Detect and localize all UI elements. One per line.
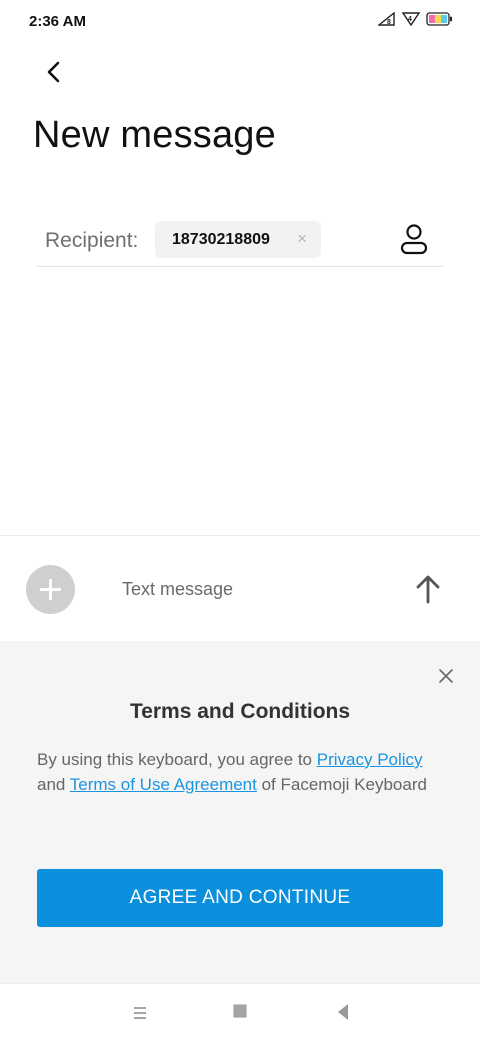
status-time: 2:36 AM bbox=[29, 13, 86, 30]
terms-body-prefix: By using this keyboard, you agree to bbox=[37, 750, 317, 769]
recents-button[interactable] bbox=[131, 1004, 151, 1022]
agree-and-continue-button[interactable]: AGREE AND CONTINUE bbox=[37, 869, 443, 927]
terms-body-suffix: of Facemoji Keyboard bbox=[256, 775, 427, 794]
recipient-label: Recipient: bbox=[45, 229, 139, 252]
navigation-bar bbox=[0, 983, 480, 1040]
send-button[interactable] bbox=[412, 572, 444, 606]
contact-person-icon bbox=[400, 224, 428, 255]
signal-4g-icon: 4 bbox=[402, 12, 420, 26]
new-message-screen: 2:36 AM 8 4 New message Recipient: 18730… bbox=[0, 0, 480, 1040]
close-icon bbox=[439, 669, 453, 683]
back-arrow-icon bbox=[47, 61, 60, 83]
page-title: New message bbox=[33, 114, 276, 156]
back-icon bbox=[338, 1004, 348, 1020]
contact-picker-button[interactable] bbox=[399, 223, 429, 255]
status-icons: 8 4 bbox=[378, 12, 452, 26]
terms-of-use-link[interactable]: Terms of Use Agreement bbox=[70, 775, 257, 794]
recipient-row: Recipient: 18730218809 × bbox=[37, 214, 443, 267]
terms-panel: Terms and Conditions By using this keybo… bbox=[0, 641, 480, 983]
terms-body: By using this keyboard, you agree to Pri… bbox=[37, 747, 447, 797]
menu-icon bbox=[134, 1007, 146, 1019]
recipient-chip-number: 18730218809 bbox=[172, 231, 270, 248]
recipient-chip[interactable]: 18730218809 × bbox=[155, 221, 321, 258]
chip-remove-icon[interactable]: × bbox=[297, 229, 307, 249]
terms-body-and: and bbox=[37, 775, 70, 794]
terms-close-button[interactable] bbox=[436, 666, 456, 686]
terms-title: Terms and Conditions bbox=[129, 700, 351, 723]
signal-badge-1: 8 bbox=[387, 19, 391, 26]
signal-badge-2: 4 bbox=[408, 16, 412, 23]
system-back-button[interactable] bbox=[336, 1002, 350, 1022]
battery-icon bbox=[426, 12, 452, 26]
privacy-policy-link[interactable]: Privacy Policy bbox=[317, 750, 423, 769]
text-message-input[interactable] bbox=[122, 574, 382, 604]
status-bar: 2:36 AM 8 4 bbox=[0, 0, 480, 44]
send-arrow-icon bbox=[416, 575, 440, 604]
add-attachment-button[interactable] bbox=[26, 565, 75, 614]
back-button[interactable] bbox=[36, 54, 72, 90]
home-icon bbox=[233, 1004, 247, 1018]
signal-icon: 8 bbox=[378, 12, 396, 26]
home-button[interactable] bbox=[233, 1004, 247, 1018]
compose-bar bbox=[0, 535, 480, 641]
